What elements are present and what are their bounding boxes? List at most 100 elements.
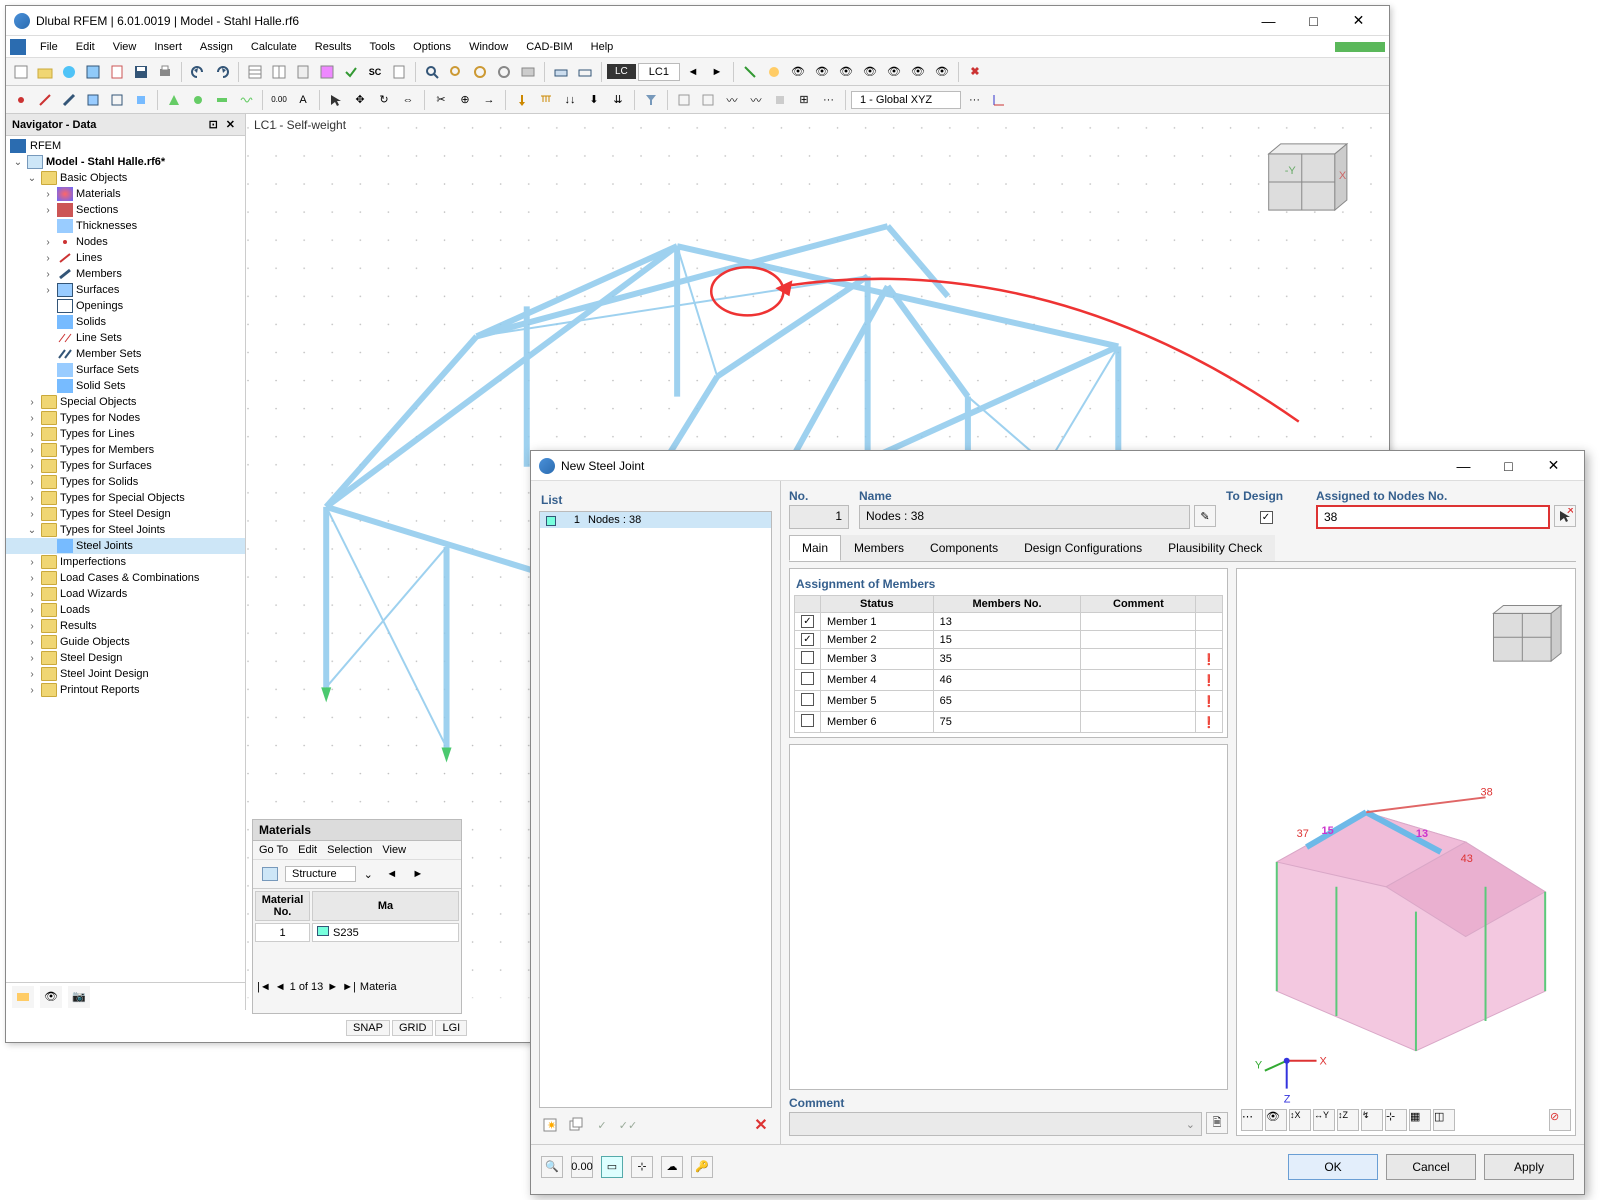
mat-edit[interactable]: Edit — [298, 844, 317, 856]
menu-insert[interactable]: Insert — [146, 39, 190, 55]
tree-types-steel-design[interactable]: ›Types for Steel Design — [6, 506, 245, 522]
lc-dropdown[interactable]: LC1 — [638, 63, 680, 81]
close-button[interactable]: ✕ — [1336, 7, 1381, 35]
pv-cube-icon[interactable]: ◫ — [1433, 1109, 1455, 1131]
menu-view[interactable]: View — [105, 39, 145, 55]
tb-check-icon[interactable] — [340, 61, 362, 83]
tb-eye2-icon[interactable]: 👁 — [811, 61, 833, 83]
tree-solids[interactable]: Solids — [6, 314, 245, 330]
tb-zoom-icon[interactable] — [421, 61, 443, 83]
menu-edit[interactable]: Edit — [68, 39, 103, 55]
tree-types-surfaces[interactable]: ›Types for Surfaces — [6, 458, 245, 474]
member-checkbox[interactable]: ✓ — [801, 615, 814, 628]
coord-dropdown[interactable]: 1 - Global XYZ — [851, 91, 961, 109]
tree-types-special[interactable]: ›Types for Special Objects — [6, 490, 245, 506]
member-comment[interactable] — [1081, 631, 1196, 649]
member-row[interactable]: ✓Member 215 — [795, 631, 1223, 649]
tb2-select-icon[interactable] — [325, 89, 347, 111]
tb2-surface-icon[interactable] — [82, 89, 104, 111]
tb-save-icon[interactable] — [130, 61, 152, 83]
tb2-move-icon[interactable]: ✥ — [349, 89, 371, 111]
member-row[interactable]: Member 335❗ — [795, 649, 1223, 670]
status-grid[interactable]: GRID — [392, 1020, 434, 1036]
joint-list[interactable]: 1 Nodes : 38 — [539, 511, 772, 1108]
tb2-nload-icon[interactable] — [511, 89, 533, 111]
tree-results[interactable]: ›Results — [6, 618, 245, 634]
minimize-button[interactable]: — — [1246, 7, 1291, 35]
tb-eye6-icon[interactable]: 👁 — [907, 61, 929, 83]
member-row[interactable]: Member 565❗ — [795, 691, 1223, 712]
tb-cloud-icon[interactable] — [58, 61, 80, 83]
preview-3d[interactable]: 37 15 13 38 43 X Y Z — [1236, 568, 1576, 1136]
dlg-maximize-button[interactable]: □ — [1486, 452, 1531, 480]
tree-linesets[interactable]: Line Sets — [6, 330, 245, 346]
navigator-tree[interactable]: RFEM ⌄Model - Stahl Halle.rf6* ⌄Basic Ob… — [6, 136, 245, 982]
member-checkbox[interactable] — [801, 714, 814, 727]
pv-eye-icon[interactable]: 👁 — [1265, 1109, 1287, 1131]
mat-prev-icon[interactable]: ◄ — [381, 863, 403, 885]
tb2-vis6-icon[interactable]: ⊞ — [793, 89, 815, 111]
nav-btn-1-icon[interactable] — [12, 986, 34, 1008]
pv-xz-icon[interactable]: ↔Y — [1313, 1109, 1335, 1131]
mat-first-icon[interactable]: |◄ — [257, 981, 271, 993]
cancel-button[interactable]: Cancel — [1386, 1154, 1476, 1180]
nav-close-icon[interactable]: ✕ — [222, 119, 239, 131]
tb2-rotate2-icon[interactable]: ↻ — [373, 89, 395, 111]
pv-xy-icon[interactable]: ↕X — [1289, 1109, 1311, 1131]
pv-yz-icon[interactable]: ↕Z — [1337, 1109, 1359, 1131]
tree-openings[interactable]: Openings — [6, 298, 245, 314]
member-checkbox[interactable] — [801, 651, 814, 664]
comment-field[interactable]: ⌄ — [789, 1112, 1202, 1136]
tb-eye7-icon[interactable]: 👁 — [931, 61, 953, 83]
tb2-line-icon[interactable] — [34, 89, 56, 111]
tb2-connect-icon[interactable]: ⊕ — [454, 89, 476, 111]
tree-loadcases[interactable]: ›Load Cases & Combinations — [6, 570, 245, 586]
tb-table2-icon[interactable] — [268, 61, 290, 83]
footer-help-icon[interactable]: 🔍 — [541, 1156, 563, 1178]
footer-key-icon[interactable]: 🔑 — [691, 1156, 713, 1178]
member-comment[interactable] — [1081, 670, 1196, 691]
tree-solidsets[interactable]: Solid Sets — [6, 378, 245, 394]
no-field[interactable]: 1 — [789, 505, 849, 529]
tb-script-icon[interactable] — [106, 61, 128, 83]
list-delete-icon[interactable]: ✕ — [750, 1114, 772, 1136]
tb2-vis2-icon[interactable] — [697, 89, 719, 111]
tb-pan-icon[interactable] — [469, 61, 491, 83]
tb-results-icon[interactable] — [316, 61, 338, 83]
tree-membersets[interactable]: Member Sets — [6, 346, 245, 362]
footer-view2-icon[interactable]: ⊹ — [631, 1156, 653, 1178]
member-comment[interactable] — [1081, 712, 1196, 733]
tree-lines[interactable]: ›Lines — [6, 250, 245, 266]
tb2-axes-icon[interactable] — [988, 89, 1010, 111]
tree-sections[interactable]: ›Sections — [6, 202, 245, 218]
name-field[interactable]: Nodes : 38 — [859, 505, 1190, 529]
nav-eye-icon[interactable]: 👁 — [40, 986, 62, 1008]
tree-steel-joint-design[interactable]: ›Steel Joint Design — [6, 666, 245, 682]
list-new-icon[interactable]: ✷ — [539, 1114, 561, 1136]
maximize-button[interactable]: □ — [1291, 7, 1336, 35]
member-comment[interactable] — [1081, 649, 1196, 670]
tb2-support-icon[interactable] — [163, 89, 185, 111]
tb-open-icon[interactable] — [34, 61, 56, 83]
pv-more-icon[interactable]: ⋯ — [1241, 1109, 1263, 1131]
pv-reset-icon[interactable]: ⊘ — [1549, 1109, 1571, 1131]
tree-basic-objects[interactable]: ⌄Basic Objects — [6, 170, 245, 186]
mat-selection[interactable]: Selection — [327, 844, 372, 856]
tb2-mirror-icon[interactable]: ⇔ — [397, 89, 419, 111]
tree-model[interactable]: ⌄Model - Stahl Halle.rf6* — [6, 154, 245, 170]
tb2-lload-icon[interactable] — [535, 89, 557, 111]
assigned-pick-icon[interactable]: ✕ — [1554, 505, 1576, 527]
tb2-node-icon[interactable] — [10, 89, 32, 111]
tree-types-members[interactable]: ›Types for Members — [6, 442, 245, 458]
mat-last-icon[interactable]: ►| — [342, 981, 356, 993]
comment-attach-icon[interactable]: 🗎 — [1206, 1112, 1228, 1134]
tb-grid-icon[interactable] — [574, 61, 596, 83]
list-checkall-icon[interactable]: ✓✓ — [617, 1114, 639, 1136]
tb2-opening-icon[interactable] — [106, 89, 128, 111]
tb2-member-icon[interactable] — [58, 89, 80, 111]
tb-block-icon[interactable] — [82, 61, 104, 83]
tb-redo-icon[interactable] — [211, 61, 233, 83]
tb2-hinge-icon[interactable] — [187, 89, 209, 111]
tb2-divide-icon[interactable]: ✂ — [430, 89, 452, 111]
menu-tools[interactable]: Tools — [361, 39, 403, 55]
